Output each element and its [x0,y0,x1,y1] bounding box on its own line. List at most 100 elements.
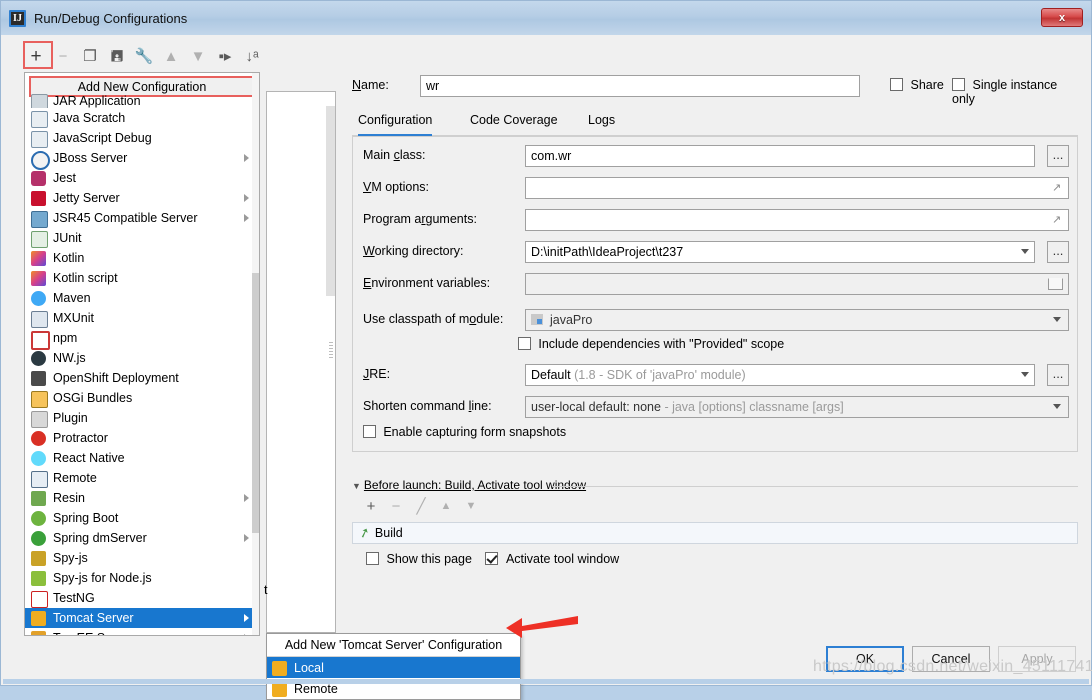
use-classpath-combo[interactable]: javaPro [525,309,1069,331]
include-dependencies-checkbox[interactable] [518,337,531,350]
menu-item-javascript-debug[interactable]: JavaScript Debug [25,128,259,148]
scratch-icon [31,110,48,128]
menu-item-jboss-server[interactable]: JBoss Server [25,148,259,170]
bl-add-button[interactable]: + [364,495,378,517]
enable-snapshots-checkbox[interactable] [363,425,376,438]
chevron-right-icon [244,494,249,502]
menu-item-mxunit[interactable]: MXUnit [25,308,259,328]
show-this-page-checkbox[interactable]: Show this page [366,552,475,566]
menu-item-npm[interactable]: npm [25,328,259,350]
menu-item-maven[interactable]: Maven [25,288,259,308]
copy-button[interactable]: ❐ [79,45,101,67]
single-instance-checkbox[interactable]: Single instance only [952,78,1078,106]
expand-icon[interactable]: ↗ [1052,182,1064,194]
program-arguments-label: Program arguments: [363,212,477,226]
tab-code-coverage[interactable]: Code Coverage [470,109,558,134]
menu-item-spring-boot[interactable]: Spring Boot [25,508,259,528]
folder-icon[interactable] [1048,278,1063,290]
tab-logs[interactable]: Logs [588,109,615,134]
sort-button[interactable]: ↓ᵃ [241,45,263,67]
menu-item-osgi-bundles[interactable]: OSGi Bundles [25,388,259,408]
menu-item-testng[interactable]: TestNG [25,588,259,608]
menu-item-jar-application[interactable]: JAR Application [25,94,259,108]
share-checkbox[interactable]: Share [890,78,944,92]
menu-item-label: MXUnit [53,311,94,325]
menu-item-label: Protractor [53,431,108,445]
menu-item-resin[interactable]: Resin [25,488,259,508]
close-button[interactable]: x [1041,8,1083,27]
chevron-down-icon[interactable] [1021,372,1029,377]
main-class-input[interactable]: com.wr [525,145,1035,167]
menu-scrollbar-track[interactable] [252,73,259,635]
menu-item-spy-js[interactable]: Spy-js [25,548,259,568]
menu-item-java-scratch[interactable]: Java Scratch [25,108,259,128]
working-directory-label: Working directory: [363,244,464,258]
menu-item-openshift-deployment[interactable]: OpenShift Deployment [25,368,259,388]
chevron-right-icon [244,614,249,622]
menu-item-label: JBoss Server [53,151,128,165]
menu-item-spy-js-for-nodejs[interactable]: Spy-js for Node.js [25,568,259,588]
before-launch-task-list[interactable]: ➚ Build [352,522,1078,544]
menu-scrollbar-thumb[interactable] [252,273,259,533]
menu-item-kotlin-script[interactable]: Kotlin script [25,268,259,288]
name-input[interactable]: wr [420,75,860,97]
edit-templates-button[interactable]: 🔧 [133,45,155,67]
vm-options-input[interactable] [525,177,1069,199]
red-left-arrow-annotation [506,616,578,638]
backdrop-scrollbar[interactable] [326,106,335,296]
share-checkbox-box[interactable] [890,78,903,91]
menu-item-label: Jest [53,171,76,185]
menu-item-react-native[interactable]: React Native [25,448,259,468]
single-instance-checkbox-box[interactable] [952,78,965,91]
save-button[interactable]: 🖪 [106,45,128,67]
main-class-browse-button[interactable]: ... [1047,145,1069,167]
menu-item-tomee-server[interactable]: TomEE Server [25,628,259,635]
menu-item-tomcat-server[interactable]: Tomcat Server [25,608,259,628]
activate-tool-window-checkbox[interactable]: Activate tool window [485,552,619,566]
resize-grip-icon[interactable] [329,342,333,360]
menu-item-junit[interactable]: JUnit [25,228,259,248]
bl-move-up-button: ▲ [440,499,452,512]
working-directory-browse-button[interactable]: ... [1047,241,1069,263]
configuration-editor-pane: Name: wr Share Single instance only Conf… [342,35,1086,684]
chevron-down-icon[interactable] [1053,404,1061,409]
shorten-command-line-combo[interactable]: user-local default: none - java [options… [525,396,1069,418]
environment-variables-input[interactable] [525,273,1069,295]
working-directory-input[interactable]: D:\initPath\IdeaProject\t237 [525,241,1035,263]
menu-item-spring-dmserver[interactable]: Spring dmServer [25,528,259,548]
collapse-triangle-icon[interactable]: ▼ [352,481,361,491]
before-launch-title[interactable]: ▼ Before launch: Build, Activate tool win… [352,478,586,492]
kotlin-icon [31,250,48,266]
menu-item-label: Jetty Server [53,191,120,205]
menu-item-remote[interactable]: Remote [25,468,259,488]
chevron-down-icon[interactable] [1053,317,1061,322]
chevron-right-icon [244,214,249,222]
jre-combo[interactable]: Default (1.8 - SDK of 'javaPro' module) [525,364,1035,386]
program-arguments-input[interactable] [525,209,1069,231]
vm-options-label: VM options: [363,180,430,194]
menu-item-jsr45-compatible-server[interactable]: JSR45 Compatible Server [25,208,259,228]
dialog-content: + − ❐ 🖪 🔧 ▲ ▼ ▪▸ ↓ᵃ Add New Configuratio… [2,35,1090,700]
tab-configuration[interactable]: Configuration [358,109,433,136]
menu-item-label: Resin [53,491,85,505]
show-this-page-checkbox-box[interactable] [366,552,379,565]
activate-tool-window-checkbox-box[interactable] [485,552,499,565]
move-into-folder-button[interactable]: ▪▸ [214,45,236,67]
menu-item-plugin[interactable]: Plugin [25,408,259,428]
expand-icon[interactable]: ↗ [1052,214,1064,226]
menu-item-label: Plugin [53,411,88,425]
menu-item-protractor[interactable]: Protractor [25,428,259,448]
submenu-item-label: Local [294,660,324,675]
jre-label: JRE: [363,367,391,381]
menu-item-jest[interactable]: Jest [25,168,259,188]
configuration-form: Main class: com.wr ... VM options: ↗ Pro… [352,136,1078,452]
jre-browse-button[interactable]: ... [1047,364,1069,386]
menu-item-jetty-server[interactable]: Jetty Server [25,188,259,208]
menu-item-nwjs[interactable]: NW.js [25,348,259,368]
include-dependencies-row[interactable]: Include dependencies with "Provided" sco… [518,337,1069,361]
menu-item-label: React Native [53,451,125,465]
menu-item-label: Kotlin script [53,271,118,285]
enable-snapshots-row[interactable]: Enable capturing form snapshots [363,425,1069,449]
chevron-down-icon[interactable] [1021,249,1029,254]
menu-item-kotlin[interactable]: Kotlin [25,248,259,268]
